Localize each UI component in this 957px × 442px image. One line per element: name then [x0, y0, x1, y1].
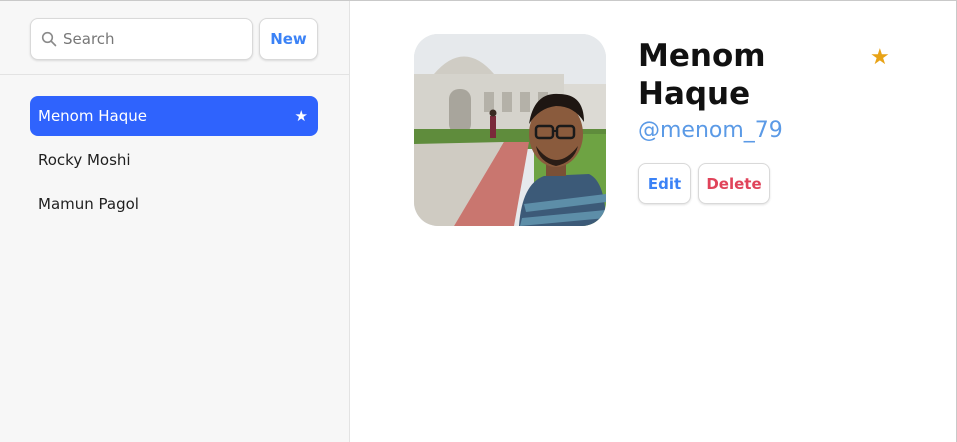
contact-item-mamun-pagol[interactable]: Mamun Pagol — [30, 184, 318, 224]
delete-button[interactable]: Delete — [698, 163, 770, 204]
avatar-photo — [414, 34, 606, 226]
new-contact-button[interactable]: New — [259, 18, 318, 60]
contact-item-label: Menom Haque — [38, 107, 147, 125]
search-box[interactable] — [30, 18, 253, 60]
avatar — [414, 34, 606, 226]
contact-list: Menom Haque ★ Rocky Moshi Mamun Pagol — [0, 75, 349, 224]
contact-item-rocky-moshi[interactable]: Rocky Moshi — [30, 140, 318, 180]
search-icon — [41, 31, 57, 47]
contact-item-label: Rocky Moshi — [38, 151, 131, 169]
contact-handle-link[interactable]: @menom_79 — [638, 118, 783, 143]
contact-item-menom-haque[interactable]: Menom Haque ★ — [30, 96, 318, 136]
star-icon: ★ — [294, 107, 308, 125]
contact-name: Menom Haque — [638, 38, 766, 112]
search-input[interactable] — [63, 30, 243, 48]
contacts-app: New Menom Haque ★ Rocky Moshi Mamun Pago… — [0, 0, 957, 442]
sidebar-header: New — [0, 1, 349, 75]
favorite-star-icon[interactable]: ★ — [870, 45, 890, 70]
contact-detail: Menom Haque ★ @menom_79 Edit Delete — [350, 1, 956, 442]
sidebar: New Menom Haque ★ Rocky Moshi Mamun Pago… — [0, 1, 350, 442]
contact-item-label: Mamun Pagol — [38, 195, 139, 213]
edit-button[interactable]: Edit — [638, 163, 691, 204]
